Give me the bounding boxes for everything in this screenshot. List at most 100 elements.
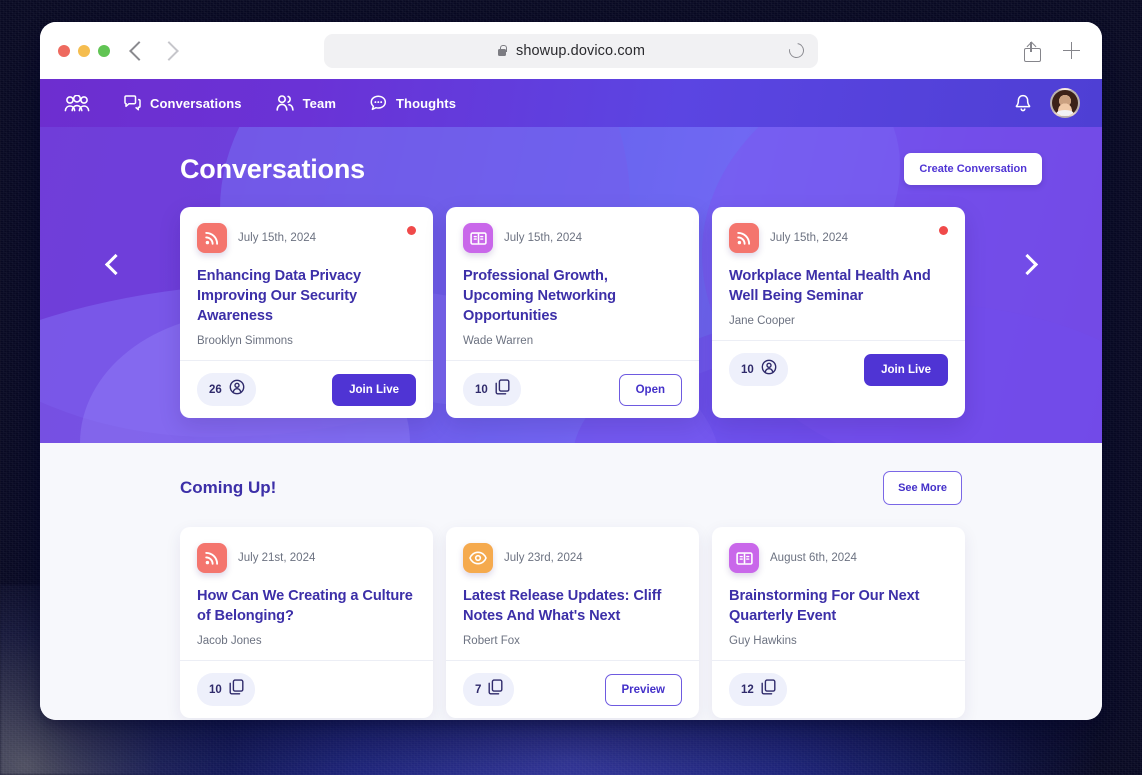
- page-title: Conversations: [180, 153, 365, 184]
- conversation-card[interactable]: August 6th, 2024 Brainstorming For Our Ne…: [712, 527, 965, 719]
- bell-icon[interactable]: [1014, 94, 1032, 113]
- lock-icon: [497, 44, 508, 57]
- card-footer: 10 Open: [446, 360, 699, 418]
- book-icon: [729, 543, 759, 573]
- card-footer: 26 Join Live: [180, 360, 433, 418]
- card-body: July 15th, 2024 Professional Growth, Upco…: [446, 207, 699, 360]
- card-author: Wade Warren: [463, 335, 534, 348]
- card-body: July 15th, 2024 Workplace Mental Health A…: [712, 207, 965, 340]
- person-circle-icon: [229, 379, 245, 400]
- card-action-button[interactable]: Join Live: [864, 353, 948, 386]
- rss-icon: [197, 223, 227, 253]
- avatar[interactable]: [1050, 88, 1080, 118]
- close-window-button[interactable]: [58, 44, 70, 57]
- nav-item-team[interactable]: Team: [276, 95, 336, 111]
- window-controls[interactable]: [58, 44, 110, 57]
- nav-label-conversations: Conversations: [150, 95, 242, 111]
- card-meta: July 21st, 2024: [197, 543, 416, 573]
- card-count: 10: [475, 383, 488, 396]
- conversation-card[interactable]: July 15th, 2024 Professional Growth, Upco…: [446, 207, 699, 419]
- conversation-card[interactable]: July 21st, 2024 How Can We Creating a Cul…: [180, 527, 433, 719]
- maximize-window-button[interactable]: [98, 44, 110, 57]
- card-author: Brooklyn Simmons: [197, 335, 293, 348]
- card-count-pill: 10: [729, 353, 788, 387]
- conversation-card[interactable]: July 15th, 2024 Workplace Mental Health A…: [712, 207, 965, 419]
- coming-up-header: Coming Up! See More: [40, 471, 1102, 505]
- create-conversation-button[interactable]: Create Conversation: [904, 153, 1042, 185]
- copy-icon: [488, 679, 503, 700]
- conversation-cards: July 15th, 2024 Enhancing Data Privacy Im…: [40, 207, 1102, 419]
- card-count: 7: [475, 683, 482, 696]
- card-title: Enhancing Data Privacy Improving Our Sec…: [197, 268, 362, 325]
- card-date: July 15th, 2024: [504, 232, 583, 244]
- card-action-button[interactable]: Open: [618, 373, 682, 406]
- url-text: showup.dovico.com: [515, 42, 646, 59]
- card-title: Latest Release Updates: Cliff Notes And …: [463, 588, 662, 625]
- thought-bubble-icon: [370, 95, 387, 111]
- card-title: Professional Growth, Upcoming Networking…: [463, 268, 616, 325]
- copy-icon: [229, 679, 244, 700]
- app-navbar: Conversations Team Thoughts: [40, 79, 1102, 127]
- plus-icon[interactable]: [1063, 42, 1080, 59]
- group-people-icon[interactable]: [64, 94, 90, 112]
- coming-up-title: Coming Up!: [180, 478, 277, 497]
- card-count: 12: [741, 683, 754, 696]
- back-chevron-icon[interactable]: [129, 40, 149, 61]
- card-author: Jacob Jones: [197, 635, 262, 648]
- nav-item-thoughts[interactable]: Thoughts: [370, 95, 456, 111]
- person-circle-icon: [761, 359, 777, 380]
- chrome-actions[interactable]: [1024, 41, 1084, 62]
- card-footer: 10 Join Live: [712, 340, 965, 398]
- card-title: Workplace Mental Health And Well Being S…: [729, 268, 931, 305]
- card-meta: July 15th, 2024: [197, 223, 416, 253]
- card-author: Guy Hawkins: [729, 635, 797, 648]
- nav-label-thoughts: Thoughts: [396, 95, 457, 111]
- share-icon[interactable]: [1024, 41, 1041, 62]
- conversation-card[interactable]: July 15th, 2024 Enhancing Data Privacy Im…: [180, 207, 433, 419]
- card-title: Brainstorming For Our Next Quarterly Eve…: [729, 588, 920, 625]
- conversation-carousel: July 15th, 2024 Enhancing Data Privacy Im…: [40, 185, 1102, 419]
- card-count-pill: 12: [729, 673, 787, 707]
- card-meta: August 6th, 2024: [729, 543, 948, 573]
- nav-label-team: Team: [302, 95, 337, 111]
- card-action-button[interactable]: Join Live: [332, 373, 416, 406]
- coming-up-cards: July 21st, 2024 How Can We Creating a Cul…: [40, 527, 1102, 719]
- minimize-window-button[interactable]: [78, 44, 90, 57]
- nav-item-conversations[interactable]: Conversations: [124, 95, 242, 111]
- navbar-links: Conversations Team Thoughts: [64, 94, 456, 112]
- card-author: Robert Fox: [463, 635, 520, 648]
- copy-icon: [495, 379, 510, 400]
- two-people-icon: [276, 95, 294, 111]
- card-date: July 23rd, 2024: [504, 552, 583, 564]
- card-count: 10: [741, 363, 754, 376]
- card-body: July 23rd, 2024 Latest Release Updates: C…: [446, 527, 699, 660]
- card-count-pill: 10: [463, 373, 521, 407]
- reload-icon[interactable]: [786, 40, 807, 61]
- conversation-card[interactable]: July 23rd, 2024 Latest Release Updates: C…: [446, 527, 699, 719]
- coming-up-section: Coming Up! See More July 21st, 2024 How C…: [40, 443, 1102, 720]
- card-count: 26: [209, 383, 222, 396]
- card-date: July 15th, 2024: [238, 232, 317, 244]
- see-more-button[interactable]: See More: [883, 471, 962, 505]
- rss-icon: [729, 223, 759, 253]
- card-author: Jane Cooper: [729, 315, 795, 328]
- live-status-indicator: [407, 226, 416, 235]
- browser-navigation[interactable]: [129, 40, 179, 61]
- card-footer: 7 Preview: [446, 660, 699, 718]
- card-title: How Can We Creating a Culture of Belongi…: [197, 588, 413, 625]
- eye-icon: [463, 543, 493, 573]
- card-action-button[interactable]: Preview: [604, 673, 682, 706]
- hero-header: Conversations Create Conversation: [40, 127, 1102, 185]
- browser-chrome: showup.dovico.com: [40, 22, 1102, 79]
- card-meta: July 23rd, 2024: [463, 543, 682, 573]
- live-status-indicator: [939, 226, 948, 235]
- chat-bubbles-icon: [124, 95, 141, 111]
- address-bar[interactable]: showup.dovico.com: [324, 33, 818, 68]
- card-footer: 12: [712, 660, 965, 718]
- card-body: July 15th, 2024 Enhancing Data Privacy Im…: [180, 207, 433, 360]
- card-count-pill: 10: [197, 673, 255, 707]
- book-icon: [463, 223, 493, 253]
- card-meta: July 15th, 2024: [463, 223, 682, 253]
- card-count: 10: [209, 683, 222, 696]
- forward-chevron-icon[interactable]: [159, 40, 179, 61]
